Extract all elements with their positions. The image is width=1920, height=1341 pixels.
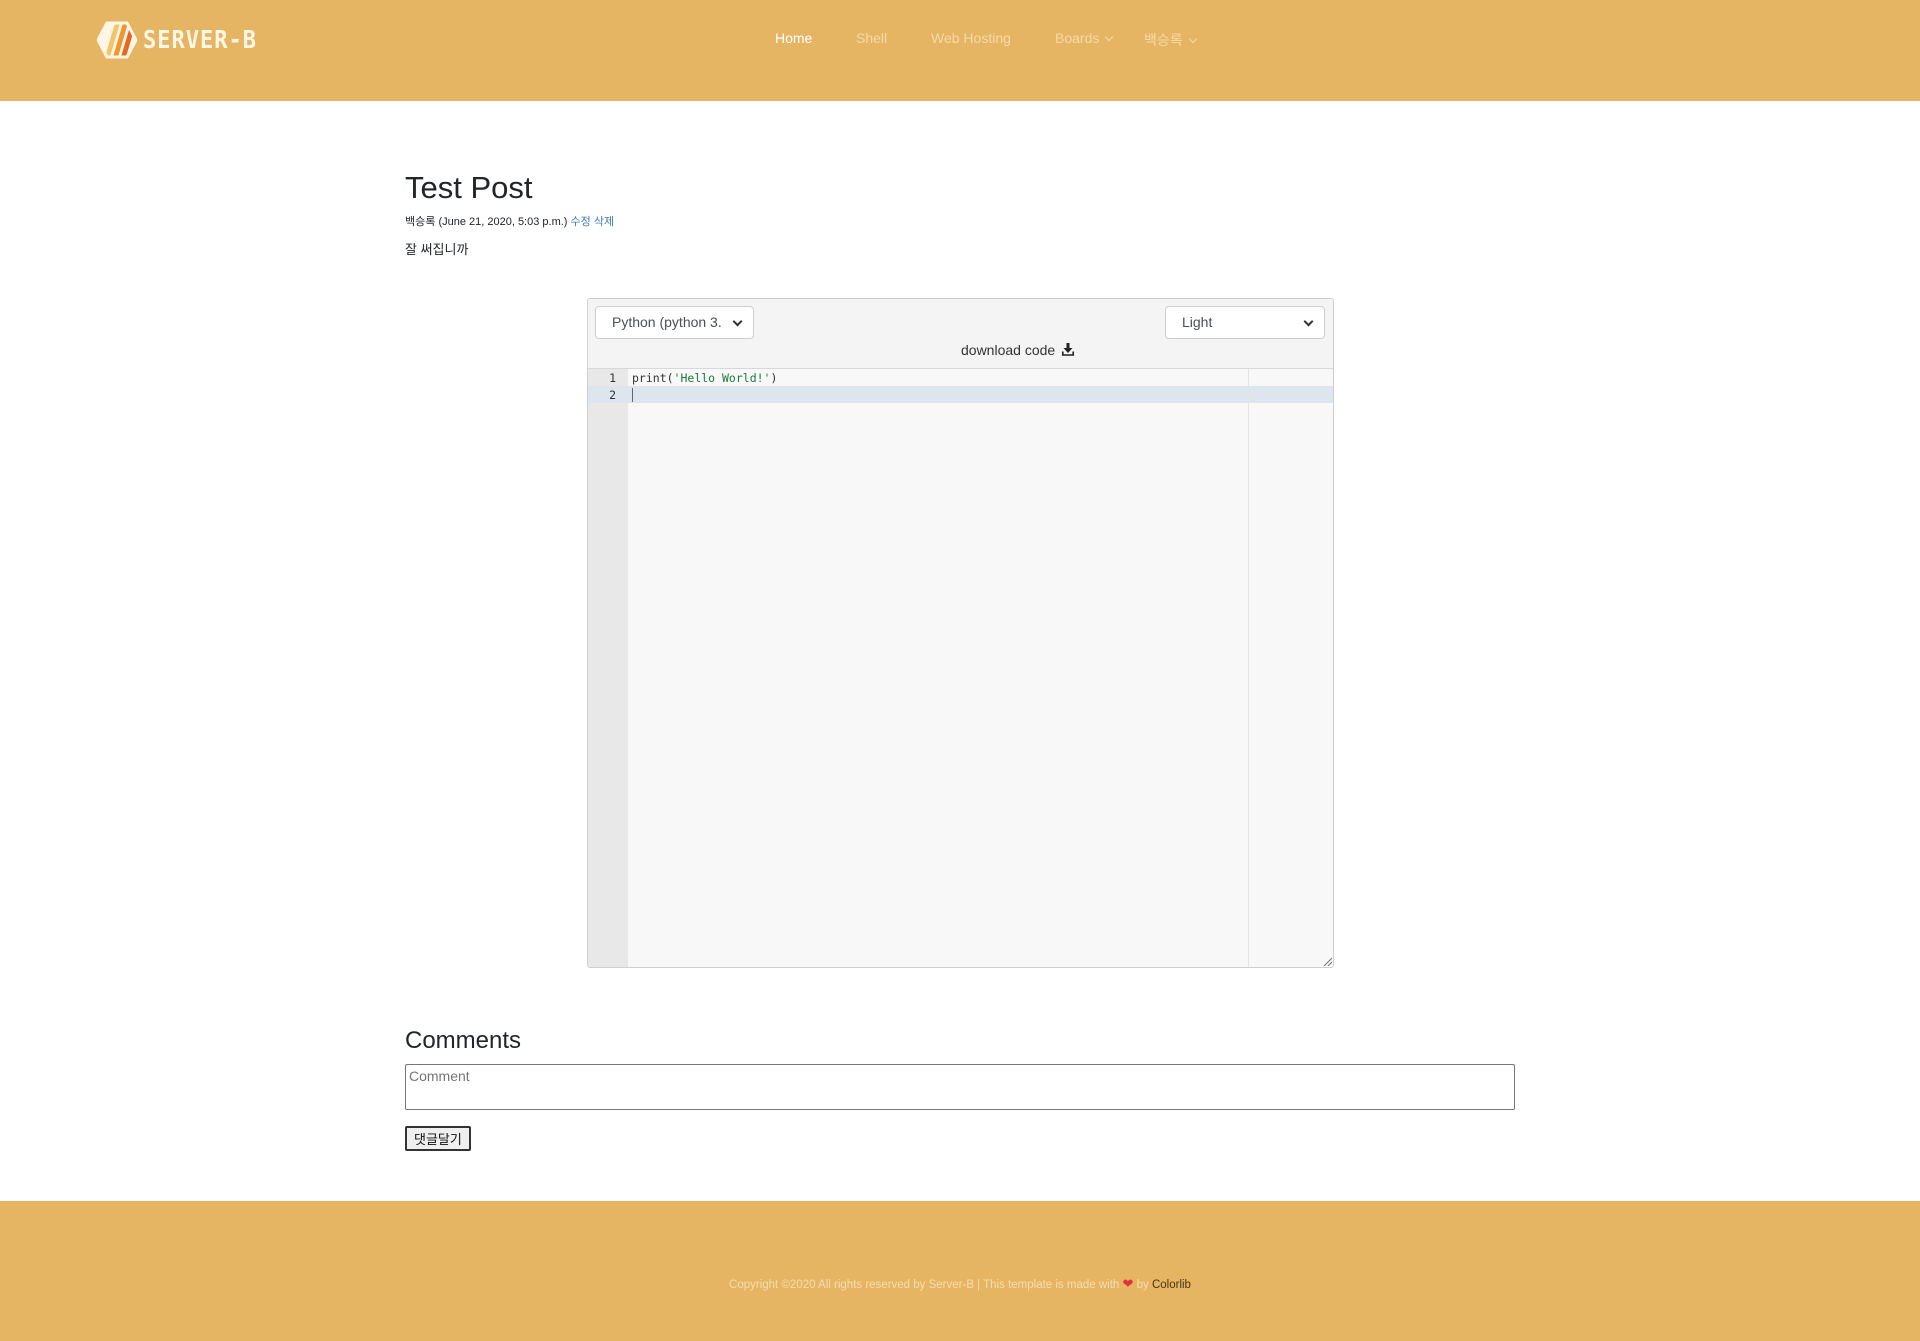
brand-name: SERVER-B — [143, 25, 257, 55]
nav-boards[interactable]: Boards — [1055, 30, 1114, 46]
chevron-down-icon — [1188, 34, 1197, 44]
language-select[interactable]: Python (python 3. — [595, 306, 754, 339]
post-body: 잘 써집니까 — [405, 242, 469, 257]
site-header: SERVER-B Home Shell Web Hosting Boards 백… — [0, 0, 1920, 101]
site-footer: Copyright ©2020 All rights reserved by S… — [0, 1201, 1920, 1341]
nav-user-label: 백승록 — [1144, 32, 1183, 48]
print-margin — [1248, 369, 1249, 967]
active-line-highlight — [588, 386, 1333, 403]
download-code-button[interactable]: download code — [961, 342, 1075, 358]
code-token: print( — [632, 371, 674, 385]
post-date: (June 21, 2020, 5:03 p.m.) — [438, 216, 568, 228]
code-editor: Python (python 3. Light download code 1 … — [587, 298, 1334, 968]
post-title: Test Post — [405, 170, 533, 205]
theme-select-value: Light — [1182, 314, 1213, 330]
text-cursor — [632, 388, 633, 402]
download-code-label: download code — [961, 342, 1056, 358]
footer-copyright: Copyright ©2020 All rights reserved by S… — [0, 1276, 1920, 1292]
post-meta: 백승록 (June 21, 2020, 5:03 p.m.) 수정 삭제 — [405, 213, 614, 229]
nav-home[interactable]: Home — [775, 30, 812, 46]
chevron-down-icon — [732, 316, 743, 327]
copyright-text: Copyright ©2020 All rights reserved by S… — [729, 1279, 1120, 1291]
nav-web-hosting[interactable]: Web Hosting — [931, 30, 1011, 46]
post-author: 백승록 — [405, 216, 436, 228]
nav-user-menu[interactable]: 백승록 — [1144, 30, 1197, 50]
code-string-token: 'Hello World!' — [673, 371, 771, 385]
submit-comment-button[interactable]: 댓글달기 — [405, 1126, 471, 1151]
theme-select[interactable]: Light — [1165, 306, 1325, 339]
line-number: 2 — [609, 388, 616, 402]
code-input-area[interactable] — [628, 369, 1333, 967]
code-line: print('Hello World!') — [632, 371, 777, 385]
colorlib-link[interactable]: Colorlib — [1152, 1279, 1191, 1291]
chevron-down-icon — [1303, 316, 1314, 327]
editor-toolbar: Python (python 3. Light download code — [588, 299, 1333, 369]
nav-boards-label: Boards — [1055, 30, 1100, 46]
language-select-value: Python (python 3. — [612, 314, 722, 330]
delete-post-link[interactable]: 삭제 — [594, 216, 614, 228]
edit-post-link[interactable]: 수정 — [571, 216, 591, 228]
footer-by: by — [1136, 1279, 1149, 1291]
line-number-gutter — [588, 369, 628, 967]
heart-icon: ❤ — [1122, 1276, 1134, 1291]
code-token: ) — [770, 371, 778, 385]
site-logo[interactable]: SERVER-B — [97, 20, 257, 60]
chevron-down-icon — [1105, 32, 1114, 42]
line-number: 1 — [609, 371, 616, 385]
comment-input[interactable] — [405, 1064, 1515, 1110]
logo-hexagon-icon — [97, 21, 137, 59]
download-icon — [1062, 343, 1075, 356]
resize-handle-icon[interactable] — [1322, 956, 1332, 966]
nav-shell[interactable]: Shell — [856, 30, 887, 46]
comments-heading: Comments — [405, 1027, 522, 1054]
